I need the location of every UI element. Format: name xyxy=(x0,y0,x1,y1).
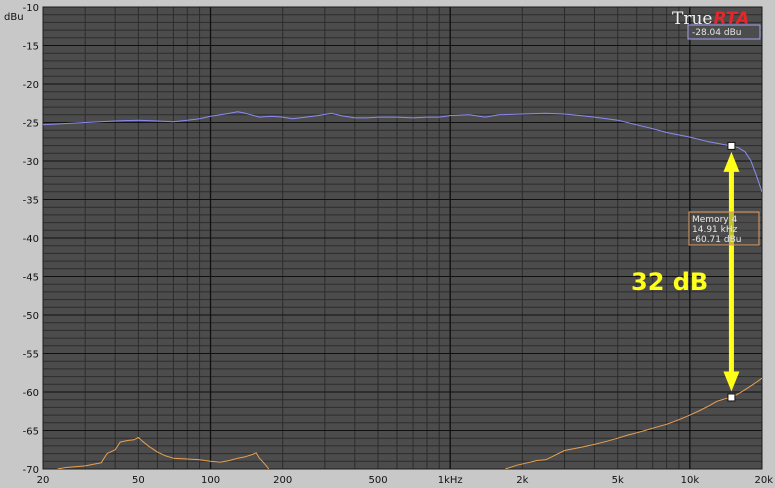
y-tick-label: -55 xyxy=(23,350,39,361)
y-tick-label: -60 xyxy=(23,388,39,399)
marker-point-1 xyxy=(727,141,736,150)
y-axis-unit-label: dBu xyxy=(4,12,24,23)
x-tick-label: 5k xyxy=(612,475,624,486)
y-tick-label: -35 xyxy=(23,196,39,207)
y-tick-label: -15 xyxy=(23,42,39,53)
y-tick-label: -40 xyxy=(23,234,39,245)
y-tick-label: -30 xyxy=(23,157,39,168)
y-tick-label: -25 xyxy=(23,119,39,130)
tooltip-line-level: -60.71 dBu xyxy=(692,235,741,245)
x-tick-label: 10k xyxy=(681,475,700,486)
memory-tooltip: Memory 4 14.91 kHz -60.71 dBu xyxy=(688,211,760,246)
x-tick-label: 2k xyxy=(516,475,528,486)
x-tick-label: 500 xyxy=(368,475,387,486)
level-readout-text: -28.04 dBu xyxy=(692,28,741,38)
spectrum-chart: -10-15-20-25-30-35-40-45-50-55-60-65-70 … xyxy=(0,0,775,488)
y-tick-label: -45 xyxy=(23,273,39,284)
tooltip-line-frequency: 14.91 kHz xyxy=(692,225,738,235)
y-tick-label: -50 xyxy=(23,311,39,322)
marker-point-2 xyxy=(727,393,736,402)
difference-annotation: 32 dB xyxy=(631,268,708,296)
y-tick-label: -65 xyxy=(23,427,39,438)
x-tick-label: 100 xyxy=(201,475,220,486)
x-tick-label: 50 xyxy=(132,475,145,486)
true-rta-window: -10 -15 -20 -25 -30 -35 -40 -45 -50 -55 -60 -65 -70 … xyxy=(0,0,775,488)
x-tick-label: 1kHz xyxy=(438,475,463,486)
x-tick-label: 200 xyxy=(273,475,292,486)
y-tick-label: -10 xyxy=(23,3,39,14)
y-tick-label: -20 xyxy=(23,80,39,91)
x-tick-label: 20k xyxy=(754,475,773,486)
tooltip-line-name: Memory 4 xyxy=(692,215,737,225)
level-readout-box: -28.04 dBu xyxy=(687,24,761,40)
x-tick-label: 20 xyxy=(37,475,50,486)
